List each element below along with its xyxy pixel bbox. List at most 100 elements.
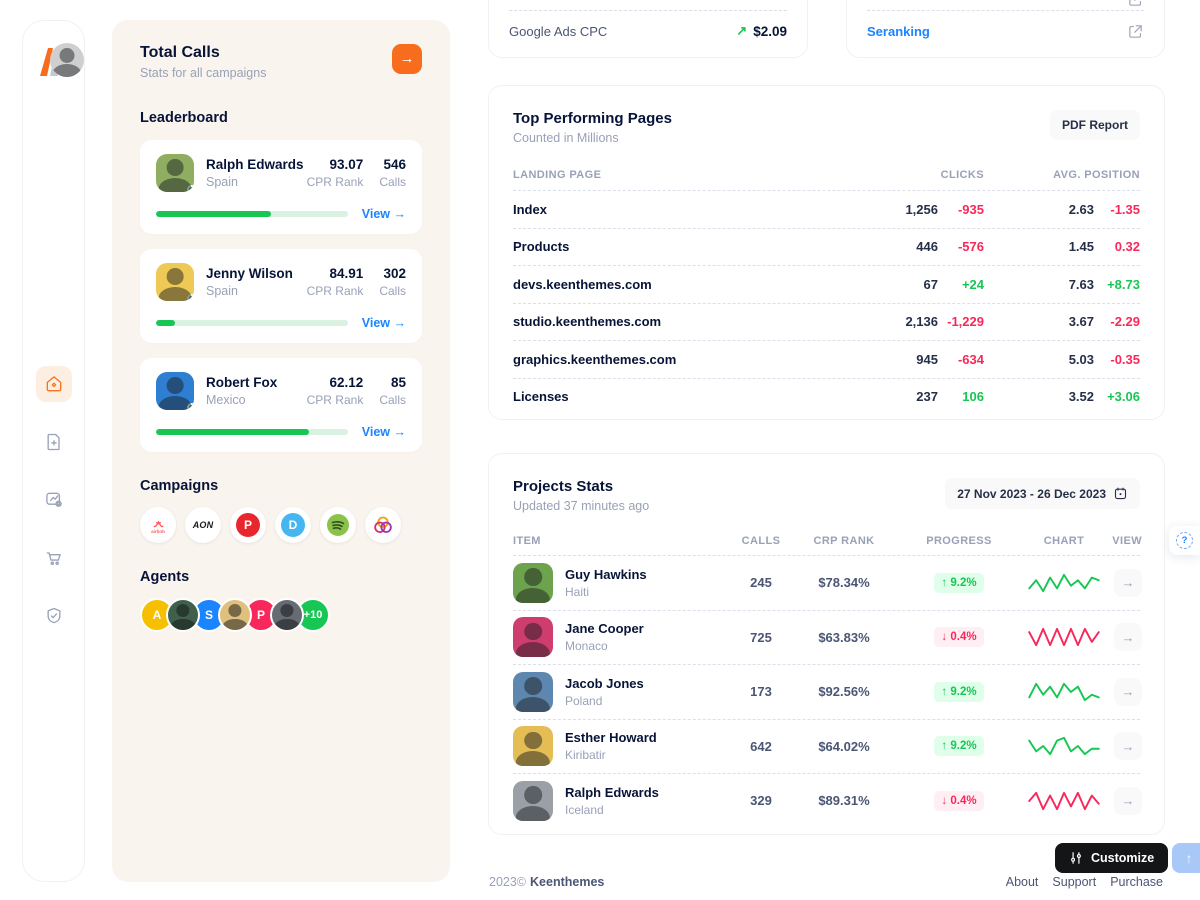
table-row[interactable]: Index 1,256 -935 2.63 -1.35 (513, 190, 1140, 228)
external-link-icon[interactable] (1127, 0, 1144, 8)
file-plus-icon[interactable] (36, 424, 72, 460)
cut-row (509, 0, 787, 11)
clicks-delta: -634 (938, 352, 984, 367)
table-row[interactable]: Jacob Jones Poland 173 $92.56% ↑ 9.2% → (513, 664, 1140, 719)
crp-rank-value: $64.02% (789, 739, 899, 754)
seranking-link[interactable]: Seranking (867, 24, 930, 39)
row-view-button[interactable]: → (1114, 569, 1142, 597)
row-view-button[interactable]: → (1114, 623, 1142, 651)
leader-name: Jenny Wilson (206, 266, 307, 281)
spotify-logo-icon[interactable] (320, 507, 356, 543)
rings-logo-icon[interactable] (365, 507, 401, 543)
help-button[interactable]: ? (1169, 526, 1200, 555)
footer-link-about[interactable]: About (1006, 875, 1039, 889)
project-avatar (513, 563, 553, 603)
col-progress: PROGRESS (899, 535, 1019, 547)
panel-go-button[interactable]: → (392, 44, 422, 74)
agent-avatar[interactable] (270, 598, 304, 632)
calendar-icon (1113, 486, 1128, 501)
project-avatar (513, 672, 553, 712)
footer-link-support[interactable]: Support (1052, 875, 1096, 889)
user-avatar[interactable] (50, 43, 84, 77)
clicks-value: 1,256 (850, 202, 938, 217)
leader-avatar (156, 154, 194, 192)
calls-value: 725 (733, 630, 789, 645)
view-link[interactable]: View → (362, 425, 406, 439)
col-crp-rank: CRP RANK (789, 535, 899, 547)
progress-badge: ↓ 0.4% (934, 627, 983, 647)
external-link-icon[interactable] (1127, 23, 1144, 40)
online-dot (187, 294, 194, 301)
trend-up-icon: ↗ (736, 23, 747, 39)
card-subtitle: Updated 37 minutes ago (513, 499, 649, 513)
table-row[interactable]: Guy Hawkins Haiti 245 $78.34% ↑ 9.2% → (513, 555, 1140, 610)
calls-value: 85 (379, 375, 406, 390)
home-icon[interactable] (36, 366, 72, 402)
online-dot (187, 185, 194, 192)
leader-country: Mexico (206, 393, 307, 407)
shield-check-icon[interactable] (36, 598, 72, 634)
row-view-button[interactable]: → (1114, 678, 1142, 706)
table-row[interactable]: studio.keenthemes.com 2,136 -1,229 3.67 … (513, 303, 1140, 341)
table-row[interactable]: Products 446 -576 1.45 0.32 (513, 228, 1140, 266)
view-link[interactable]: View → (362, 207, 406, 221)
leader-name: Ralph Edwards (206, 157, 307, 172)
position-value: 3.67 (984, 314, 1094, 329)
agent-avatar[interactable] (218, 598, 252, 632)
project-name: Jane Cooper (565, 621, 644, 636)
metric-label: Google Ads CPC (509, 24, 607, 39)
table-row[interactable]: Ralph Edwards Iceland 329 $89.31% ↓ 0.4%… (513, 773, 1140, 828)
leader-name: Robert Fox (206, 375, 307, 390)
aon-word: AON (193, 520, 214, 530)
landing-page: Products (513, 239, 850, 254)
panel-subtitle: Stats for all campaigns (140, 66, 266, 80)
scroll-top-button[interactable]: ↑ (1172, 843, 1200, 873)
landing-page: Licenses (513, 389, 850, 404)
cpr-label: CPR Rank (307, 175, 364, 189)
date-range-button[interactable]: 27 Nov 2023 - 26 Dec 2023 (945, 478, 1140, 509)
progress-badge: ↑ 9.2% (934, 682, 983, 702)
table-row[interactable]: Jane Cooper Monaco 725 $63.83% ↓ 0.4% → (513, 610, 1140, 665)
landing-page: graphics.keenthemes.com (513, 352, 850, 367)
agent-avatar[interactable] (166, 598, 200, 632)
table-row[interactable]: graphics.keenthemes.com 945 -634 5.03 -0… (513, 340, 1140, 378)
cut-row (867, 0, 1144, 11)
progress-track (156, 429, 348, 435)
progress-badge: ↑ 9.2% (934, 736, 983, 756)
landing-page: devs.keenthemes.com (513, 277, 850, 292)
customize-button[interactable]: Customize (1055, 843, 1168, 873)
card-title: Top Performing Pages (513, 110, 672, 127)
p-logo-icon[interactable]: P (230, 507, 266, 543)
project-avatar (513, 781, 553, 821)
clicks-value: 945 (850, 352, 938, 367)
sliders-icon (1069, 851, 1083, 865)
row-view-button[interactable]: → (1114, 787, 1142, 815)
brand-link[interactable]: Keenthemes (530, 875, 604, 889)
clicks-delta: -1,229 (938, 314, 984, 329)
table-row[interactable]: devs.keenthemes.com 67 +24 7.63 +8.73 (513, 265, 1140, 303)
footer-link-purchase[interactable]: Purchase (1110, 875, 1163, 889)
calls-value: 546 (379, 157, 406, 172)
aon-logo-icon[interactable]: AON (185, 507, 221, 543)
d-logo-icon[interactable]: D (275, 507, 311, 543)
clicks-delta: -935 (938, 202, 984, 217)
clicks-delta: 106 (938, 389, 984, 404)
clicks-delta: -576 (938, 239, 984, 254)
airbnb-logo-icon[interactable]: airbnb (140, 507, 176, 543)
screen-settings-icon[interactable] (36, 482, 72, 518)
calls-label: Calls (379, 284, 406, 298)
table-row[interactable]: Esther Howard Kiribatir 642 $64.02% ↑ 9.… (513, 719, 1140, 774)
cart-icon[interactable] (36, 540, 72, 576)
sparkline-chart (1027, 570, 1101, 596)
seranking-row: Seranking (867, 11, 1144, 51)
pdf-report-button[interactable]: PDF Report (1050, 110, 1140, 140)
card-title: Projects Stats (513, 478, 649, 495)
row-view-button[interactable]: → (1114, 732, 1142, 760)
table-row[interactable]: Licenses 237 106 3.52 +3.06 (513, 378, 1140, 416)
view-link[interactable]: View → (362, 316, 406, 330)
project-avatar (513, 617, 553, 657)
online-dot (187, 403, 194, 410)
position-value: 2.63 (984, 202, 1094, 217)
leaderboard-card: Jenny Wilson Spain 84.91CPR Rank 302Call… (140, 249, 422, 343)
sparkline-chart (1027, 733, 1101, 759)
